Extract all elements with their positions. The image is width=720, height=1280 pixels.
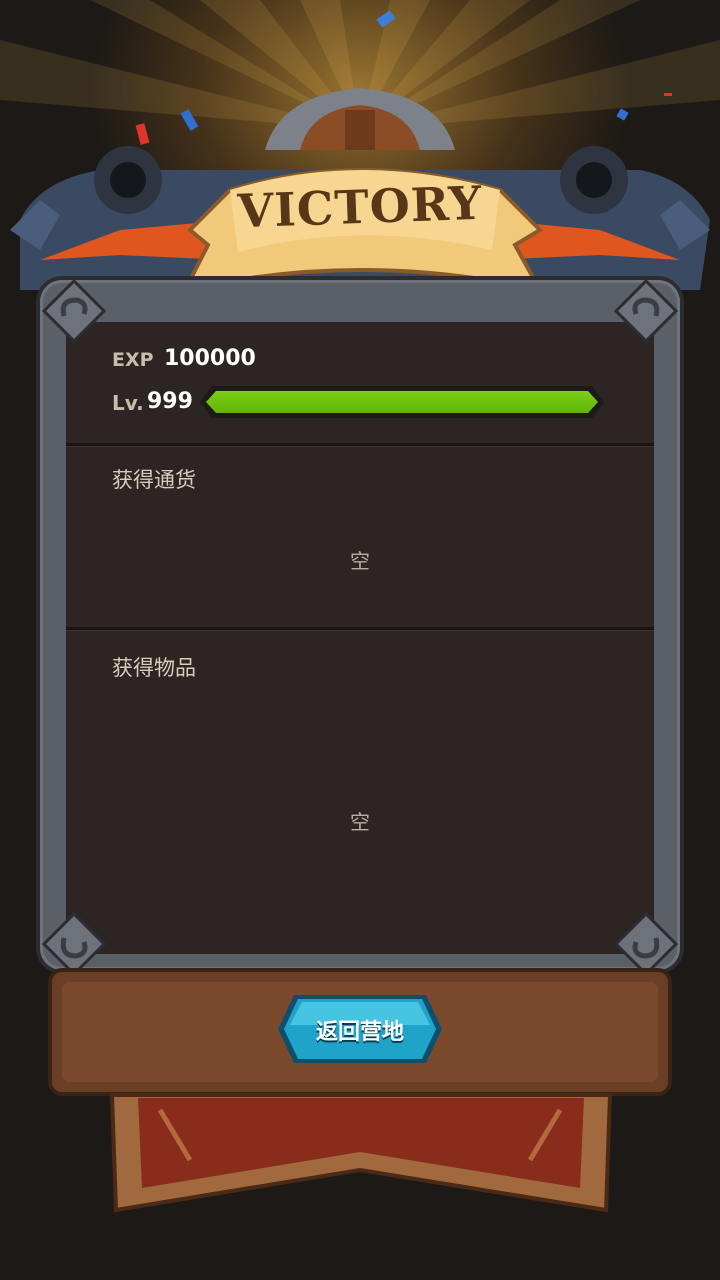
level-value: 999 bbox=[147, 389, 193, 414]
level-label: Lv. bbox=[112, 391, 144, 415]
currency-section-title: 获得通货 bbox=[112, 468, 196, 492]
corner-ornament-icon bbox=[613, 278, 679, 344]
exp-value: 100000 bbox=[164, 346, 256, 371]
victory-screen: VICTORY EXP 100000 Lv. 999 获得通货 空 获得物品 空 bbox=[0, 0, 720, 1280]
items-empty-text: 空 bbox=[350, 810, 370, 834]
currency-empty-text: 空 bbox=[350, 549, 370, 573]
exp-label: EXP bbox=[112, 349, 154, 371]
return-button-label: 返回营地 bbox=[315, 1020, 404, 1045]
section-divider bbox=[66, 443, 654, 446]
level-progress-fill bbox=[206, 391, 598, 413]
section-divider bbox=[66, 627, 654, 630]
items-section-title: 获得物品 bbox=[112, 656, 196, 680]
corner-ornament-icon bbox=[41, 278, 107, 344]
victory-title: VICTORY bbox=[236, 175, 484, 239]
return-to-camp-button[interactable]: 返回营地 bbox=[276, 992, 444, 1066]
